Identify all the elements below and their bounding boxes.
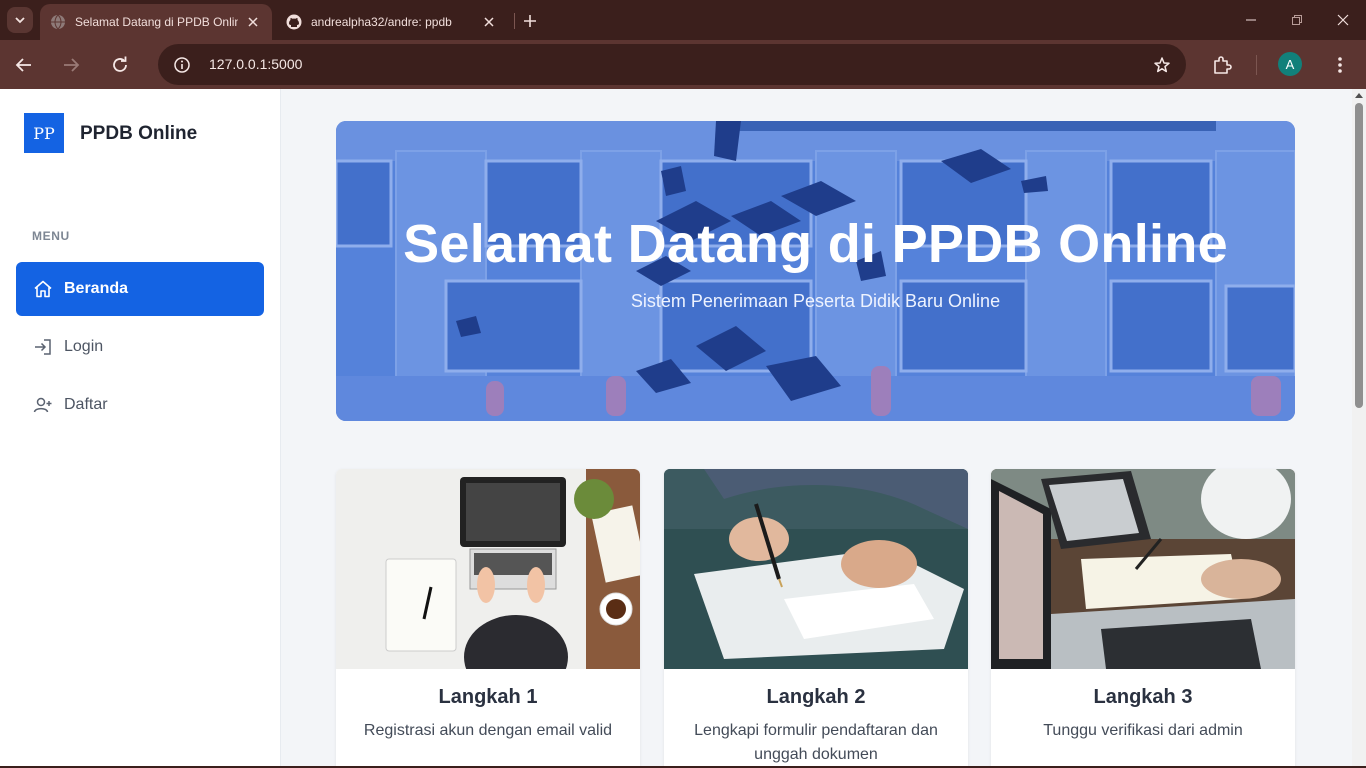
scrollbar-thumb[interactable] bbox=[1355, 103, 1363, 408]
step-description: Lengkapi formulir pendaftaran dan unggah… bbox=[694, 722, 938, 763]
more-vertical-icon bbox=[1338, 57, 1342, 73]
page-scrollbar[interactable] bbox=[1352, 89, 1366, 768]
new-tab-button[interactable] bbox=[518, 9, 542, 33]
page-viewport: PP PPDB Online MENU Beranda Login Daftar bbox=[0, 89, 1366, 768]
brand-logo[interactable]: PP bbox=[24, 113, 64, 153]
plus-icon bbox=[524, 15, 536, 27]
browser-tabstrip: Selamat Datang di PPDB Online andrealpha… bbox=[0, 0, 1366, 40]
step-card-3: Langkah 3 Tunggu verifikasi dari admin bbox=[991, 469, 1295, 768]
tab-title: andrealpha32/andre: ppdb bbox=[311, 15, 452, 29]
tab-search-button[interactable] bbox=[7, 7, 33, 33]
profile-avatar[interactable]: A bbox=[1278, 52, 1302, 76]
step-card-1: Langkah 1 Registrasi akun dengan email v… bbox=[336, 469, 640, 768]
step-title: Langkah 3 bbox=[1093, 686, 1193, 708]
browser-toolbar: 127.0.0.1:5000 A bbox=[0, 40, 1366, 89]
signing-document-photo bbox=[664, 469, 968, 669]
site-info-icon[interactable] bbox=[170, 53, 194, 77]
url-text[interactable]: 127.0.0.1:5000 bbox=[209, 56, 302, 72]
sidebar: PP PPDB Online MENU Beranda Login Daftar bbox=[0, 89, 281, 768]
sidebar-item-label: Login bbox=[64, 338, 104, 355]
reload-button[interactable] bbox=[105, 50, 135, 80]
sidebar-item-login[interactable]: Login bbox=[16, 320, 264, 374]
scroll-up-arrow-icon[interactable] bbox=[1355, 93, 1363, 98]
puzzle-icon bbox=[1214, 56, 1232, 74]
back-button[interactable] bbox=[9, 50, 39, 80]
laptop-desk-photo bbox=[336, 469, 640, 669]
browser-tab[interactable]: andrealpha32/andre: ppdb bbox=[276, 4, 508, 40]
sidebar-item-daftar[interactable]: Daftar bbox=[16, 378, 264, 432]
globe-icon bbox=[50, 14, 66, 30]
sidebar-item-beranda[interactable]: Beranda bbox=[16, 262, 264, 316]
extensions-button[interactable] bbox=[1207, 50, 1237, 80]
close-icon bbox=[1337, 14, 1349, 26]
browser-menu-button[interactable] bbox=[1325, 50, 1355, 80]
close-window-button[interactable] bbox=[1320, 0, 1366, 40]
step-description: Registrasi akun dengan email valid bbox=[363, 722, 613, 739]
github-icon bbox=[286, 14, 302, 30]
tab-divider bbox=[514, 13, 515, 29]
hero-banner: Selamat Datang di PPDB Online Sistem Pen… bbox=[336, 121, 1295, 421]
login-icon bbox=[32, 336, 54, 358]
arrow-left-icon bbox=[15, 58, 31, 72]
step-card-2: Langkah 2 Lengkapi formulir pendaftaran … bbox=[664, 469, 968, 768]
reload-icon bbox=[113, 56, 127, 72]
hero-title: Selamat Datang di PPDB Online bbox=[403, 214, 1228, 274]
address-bar[interactable]: 127.0.0.1:5000 bbox=[158, 44, 1186, 85]
minimize-icon bbox=[1246, 19, 1256, 21]
step-title: Langkah 1 bbox=[438, 686, 538, 708]
close-tab-icon[interactable] bbox=[480, 13, 498, 31]
chevron-down-icon bbox=[15, 17, 25, 24]
user-plus-icon bbox=[32, 394, 54, 416]
bookmark-star-icon[interactable] bbox=[1150, 53, 1174, 77]
step-title: Langkah 2 bbox=[766, 686, 866, 708]
tab-title: Selamat Datang di PPDB Online bbox=[75, 15, 238, 29]
forward-button[interactable] bbox=[56, 50, 86, 80]
restore-button[interactable] bbox=[1274, 0, 1320, 40]
sidebar-item-label: Daftar bbox=[64, 396, 108, 413]
toolbar-divider bbox=[1256, 55, 1257, 75]
home-icon bbox=[32, 278, 54, 300]
main-content: Selamat Datang di PPDB Online Sistem Pen… bbox=[282, 89, 1352, 768]
arrow-right-icon bbox=[64, 58, 80, 72]
sidebar-item-label: Beranda bbox=[64, 280, 129, 297]
browser-tab-active[interactable]: Selamat Datang di PPDB Online bbox=[40, 4, 272, 40]
menu-heading: MENU bbox=[32, 229, 70, 243]
hero-subtitle: Sistem Penerimaan Peserta Didik Baru Onl… bbox=[630, 291, 1001, 311]
verification-desk-photo bbox=[991, 469, 1295, 669]
step-description: Tunggu verifikasi dari admin bbox=[1043, 722, 1243, 739]
brand-name[interactable]: PPDB Online bbox=[80, 123, 197, 145]
minimize-button[interactable] bbox=[1228, 0, 1274, 40]
restore-icon bbox=[1292, 15, 1302, 25]
close-tab-icon[interactable] bbox=[244, 13, 262, 31]
